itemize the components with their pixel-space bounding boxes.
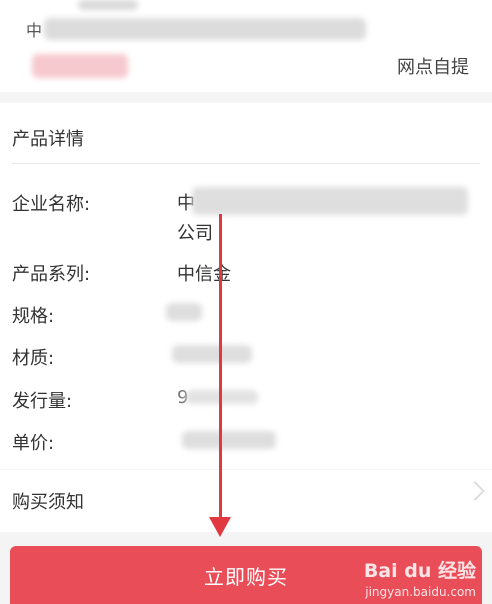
- guide-arrow-line: [219, 214, 222, 524]
- details-divider: [12, 163, 480, 164]
- company-name-label: 企业名称:: [12, 194, 91, 215]
- redacted-name: [78, 0, 138, 10]
- buy-now-label: 立即购买: [204, 564, 288, 589]
- spec-label: 规格:: [12, 306, 55, 327]
- redacted-address: [44, 18, 366, 40]
- product-series-label: 产品系列:: [12, 264, 91, 285]
- redacted-spec: [166, 303, 202, 321]
- redacted-issue-volume: [186, 390, 258, 404]
- redacted-phone: [32, 54, 128, 78]
- redacted-unit-price: [182, 431, 276, 449]
- watermark-url: jingyan.baidu.com: [365, 585, 476, 599]
- product-details-title: 产品详情: [12, 129, 84, 150]
- watermark-brand: Bai du 经验: [363, 560, 476, 582]
- issue-volume-label: 发行量:: [12, 391, 73, 412]
- product-series-value: 中信金: [177, 264, 231, 285]
- purchase-notice-title: 购买须知: [12, 492, 84, 513]
- guide-arrow-head-icon: [209, 517, 231, 537]
- address-card: 中 网点自提: [0, 0, 492, 92]
- unit-price-label: 单价:: [12, 433, 55, 454]
- redacted-company-name: [192, 187, 468, 215]
- product-details-section: 产品详情 企业名称: 中 公司 产品系列: 中信金 规格: 材质: 发行量: 9…: [0, 103, 492, 469]
- pickup-method: 网点自提: [397, 57, 469, 78]
- purchase-notice-row[interactable]: 购买须知: [0, 470, 492, 532]
- material-label: 材质:: [12, 348, 55, 369]
- address-partial-char: 中: [26, 21, 43, 40]
- company-name-line2: 公司: [177, 223, 213, 244]
- watermark: Bai du 经验 jingyan.baidu.com: [364, 556, 476, 599]
- redacted-material: [172, 345, 252, 363]
